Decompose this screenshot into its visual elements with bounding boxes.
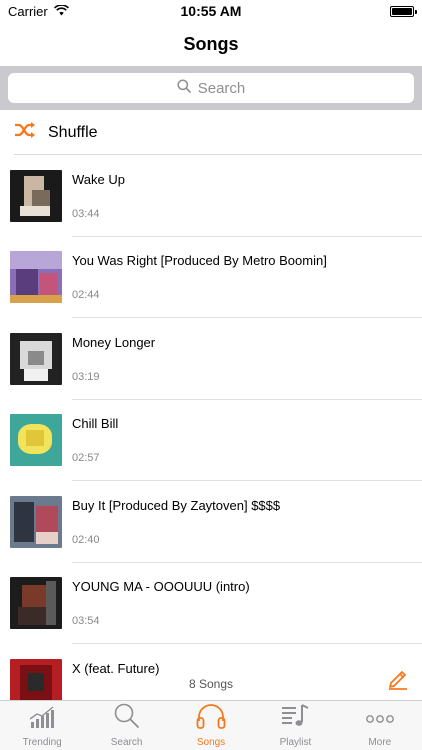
shuffle-label: Shuffle	[48, 123, 98, 141]
battery-icon	[390, 5, 417, 17]
song-row[interactable]: Wake Up 03:44	[0, 155, 422, 237]
song-title: Wake Up	[72, 171, 125, 187]
song-duration: 02:40	[72, 533, 100, 546]
song-duration: 03:54	[72, 615, 100, 628]
shuffle-button[interactable]: Shuffle	[0, 110, 422, 155]
search-icon	[177, 79, 191, 97]
song-title: YOUNG MA - OOOUUU (intro)	[72, 579, 250, 595]
search-icon	[113, 703, 141, 737]
song-title: X (feat. Future)	[72, 660, 160, 676]
tab-label: Playlist	[279, 737, 312, 748]
album-art	[10, 251, 62, 304]
album-art	[10, 495, 62, 548]
tab-label: Songs	[196, 737, 226, 748]
song-row[interactable]: Money Longer 03:19	[0, 318, 422, 400]
song-title: Money Longer	[72, 334, 156, 350]
more-icon	[365, 709, 395, 737]
album-art	[10, 169, 62, 222]
song-title: Buy It [Produced By Zaytoven] $$$$	[72, 497, 281, 513]
song-title: Chill Bill	[72, 416, 119, 432]
song-duration: 03:19	[72, 370, 100, 383]
status-bar: Carrier 10:55 AM	[0, 0, 422, 22]
search-input[interactable]: Search	[8, 73, 414, 103]
song-row[interactable]: You Was Right [Produced By Metro Boomin]…	[0, 237, 422, 318]
song-count: 8 Songs	[188, 677, 234, 691]
playlist-icon	[280, 703, 310, 737]
album-art	[10, 414, 62, 467]
tab-search[interactable]: Search	[84, 701, 168, 750]
tab-more[interactable]: More	[338, 701, 422, 750]
tab-songs[interactable]: Songs	[169, 701, 253, 750]
song-row[interactable]: Buy It [Produced By Zaytoven] $$$$ 02:40	[0, 481, 422, 563]
trending-icon	[28, 705, 56, 737]
song-list: Wake Up 03:44 You Was Right [Produced By…	[0, 155, 422, 726]
pencil-icon	[386, 671, 410, 694]
shuffle-icon	[14, 122, 36, 143]
album-art	[10, 332, 62, 385]
album-art	[10, 577, 62, 630]
tab-label: More	[368, 737, 392, 748]
tab-bar: Trending Search Songs Playlist More	[0, 700, 422, 750]
tab-trending[interactable]: Trending	[0, 701, 84, 750]
search-bar: Search	[0, 66, 422, 110]
tab-label: Trending	[22, 737, 62, 748]
song-title: You Was Right [Produced By Metro Boomin]	[72, 253, 327, 269]
wifi-icon	[53, 3, 69, 19]
search-placeholder: Search	[197, 79, 246, 97]
tab-playlist[interactable]: Playlist	[253, 701, 337, 750]
song-row[interactable]: YOUNG MA - OOOUUU (intro) 03:54	[0, 563, 422, 644]
tab-label: Search	[110, 737, 143, 748]
song-row[interactable]: Chill Bill 02:57	[0, 400, 422, 481]
page-title: Songs	[183, 33, 239, 54]
carrier-label: Carrier	[8, 3, 48, 19]
navigation-bar: Songs	[0, 22, 422, 66]
song-duration: 02:44	[72, 289, 100, 302]
app-screen: Carrier 10:55 AM Songs Search Shuffle Wa…	[0, 0, 422, 750]
edit-button[interactable]	[386, 666, 410, 690]
headphones-icon	[195, 703, 227, 737]
song-duration: 03:44	[72, 207, 100, 220]
song-duration: 02:57	[72, 452, 100, 465]
